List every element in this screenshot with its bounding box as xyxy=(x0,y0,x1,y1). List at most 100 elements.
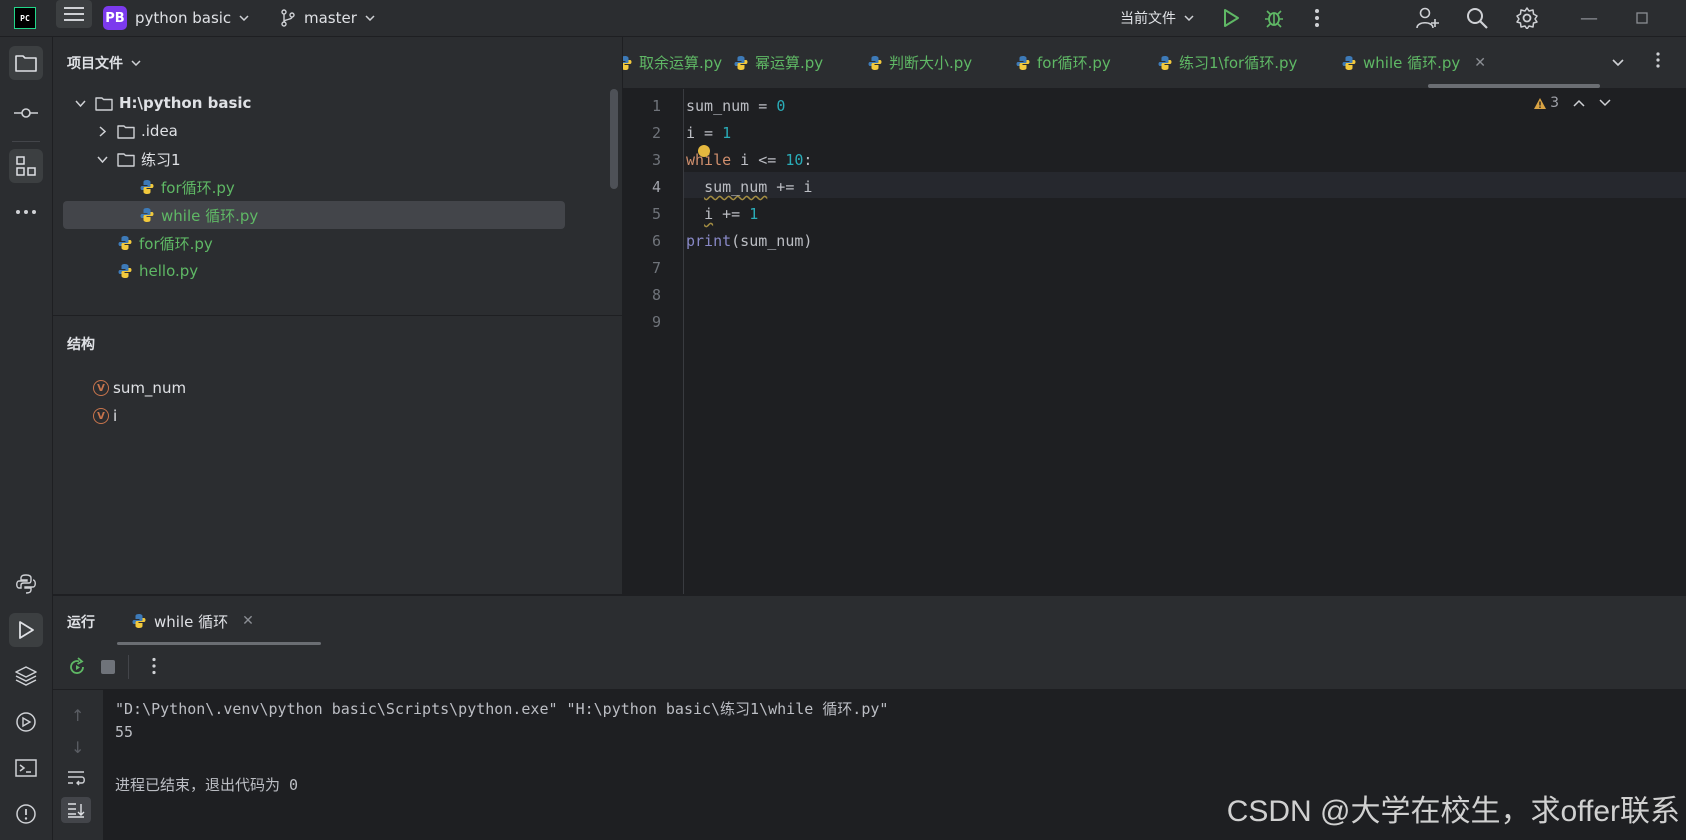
editor-tab[interactable]: 练习1\for循环.py xyxy=(1157,37,1297,88)
structure-item-label: i xyxy=(113,407,118,425)
tree-item-label: while 循环.py xyxy=(161,206,259,225)
tree-folder[interactable]: 练习1 xyxy=(53,145,181,173)
python-file-icon xyxy=(140,208,154,222)
editor-tab[interactable]: 判断大小.py xyxy=(867,37,972,88)
project-selector[interactable]: PB python basic xyxy=(103,0,249,36)
title-bar: PC PB python basic master 当前文件 — xyxy=(0,0,1686,37)
settings-button[interactable] xyxy=(1516,0,1538,36)
scroll-to-end-icon xyxy=(68,803,85,818)
folder-icon xyxy=(95,96,113,111)
commit-tool-button[interactable] xyxy=(9,96,43,130)
arrow-up-icon[interactable]: ↑ xyxy=(71,706,84,725)
toolbar-divider xyxy=(128,655,129,679)
hamburger-icon xyxy=(64,7,84,21)
more-tools-button[interactable] xyxy=(9,195,43,229)
arrow-down-icon[interactable]: ↓ xyxy=(71,738,84,757)
problems-tool-button[interactable] xyxy=(9,797,43,831)
python-file-icon xyxy=(868,55,882,70)
structure-item-label: sum_num xyxy=(113,379,187,397)
rerun-button[interactable] xyxy=(67,657,87,681)
tree-item-label: for循环.py xyxy=(139,234,213,253)
tab-list-button[interactable] xyxy=(1612,52,1624,71)
project-scrollbar[interactable] xyxy=(610,89,618,189)
console-line-command: "D:\Python\.venv\python basic\Scripts\py… xyxy=(115,700,889,718)
active-tab-indicator xyxy=(1428,84,1600,88)
search-button[interactable] xyxy=(1466,0,1488,36)
add-collaborator-button[interactable] xyxy=(1416,0,1440,36)
structure-item[interactable]: V i xyxy=(93,402,117,430)
folder-icon xyxy=(15,55,37,72)
run-config-selector[interactable]: 当前文件 xyxy=(1120,0,1194,36)
editor-tab[interactable]: 幂运算.py xyxy=(733,37,823,88)
more-horizontal-icon xyxy=(16,210,36,214)
branch-selector[interactable]: master xyxy=(280,0,375,36)
close-icon[interactable]: ✕ xyxy=(1474,55,1486,71)
more-vertical-icon xyxy=(1315,9,1319,27)
run-button[interactable] xyxy=(1222,0,1240,36)
tree-file[interactable]: for循环.py xyxy=(53,173,235,201)
tree-file[interactable]: for循环.py xyxy=(53,229,213,257)
code-editor[interactable]: sum_num = 0 i = 1 while i <= 10: sum_num… xyxy=(684,89,1686,594)
services-tool-button[interactable] xyxy=(9,705,43,739)
code-line-1[interactable]: sum_num = 0 xyxy=(686,93,785,119)
line-number: 7 xyxy=(651,259,661,277)
scroll-to-end-button[interactable] xyxy=(61,797,91,823)
line-number: 3 xyxy=(651,151,661,169)
code-line-2[interactable]: i = 1 xyxy=(686,120,731,146)
branch-name: master xyxy=(304,9,357,27)
project-panel: 项目文件 H:\python basic .idea 练习1 for循环.py whil… xyxy=(53,37,623,315)
structure-item[interactable]: V sum_num xyxy=(93,374,186,402)
editor-tab-bar: 取余运算.py 幂运算.py 判断大小.py for循环.py 练习1\for循环.py… xyxy=(623,37,1686,89)
tree-item-label: hello.py xyxy=(139,262,199,280)
line-number: 5 xyxy=(651,205,661,223)
editor-tab-label: 取余运算.py xyxy=(639,54,723,72)
run-panel-header: 运行 while 循环 ✕ xyxy=(53,595,1686,646)
tool-divider xyxy=(12,141,40,142)
python-console-tool-button[interactable] xyxy=(9,567,43,601)
code-line-5[interactable]: i += 1 xyxy=(686,201,758,227)
structure-icon xyxy=(16,156,36,176)
commit-icon xyxy=(14,108,38,118)
project-tool-button[interactable] xyxy=(9,46,43,80)
terminal-tool-button[interactable] xyxy=(9,751,43,785)
python-icon xyxy=(16,574,36,594)
variable-icon: V xyxy=(93,408,109,424)
chevron-right-icon xyxy=(98,125,106,137)
run-tab[interactable]: while 循环 ✕ xyxy=(131,596,254,646)
editor-tab[interactable]: while 循环.py ✕ xyxy=(1341,37,1486,88)
editor-tab[interactable]: 取余运算.py xyxy=(623,37,722,88)
line-number-gutter: 1 2 3 4 5 6 7 8 9 xyxy=(623,89,684,594)
run-tool-button[interactable] xyxy=(9,613,43,647)
editor-more-button[interactable] xyxy=(1655,52,1661,72)
tree-folder[interactable]: H:\python basic xyxy=(53,89,251,117)
soft-wrap-button[interactable] xyxy=(66,770,86,790)
gear-icon xyxy=(1516,7,1538,29)
more-actions-button[interactable] xyxy=(1314,0,1320,36)
run-console[interactable]: "D:\Python\.venv\python basic\Scripts\py… xyxy=(103,690,1686,840)
debug-button[interactable] xyxy=(1264,0,1284,36)
main-menu-button[interactable] xyxy=(56,0,92,28)
structure-tool-button[interactable] xyxy=(9,149,43,183)
editor-tab[interactable]: for循环.py xyxy=(1015,37,1111,88)
python-file-icon xyxy=(623,55,632,70)
python-packages-tool-button[interactable] xyxy=(9,659,43,693)
chevron-down-icon[interactable] xyxy=(1599,99,1611,107)
intention-bulb-icon[interactable] xyxy=(698,145,710,157)
close-icon[interactable]: ✕ xyxy=(242,613,254,629)
inspection-widget[interactable]: 3 xyxy=(1533,95,1611,111)
code-line-6[interactable]: print(sum_num) xyxy=(686,228,812,254)
stop-button[interactable] xyxy=(101,660,115,674)
line-number: 4 xyxy=(651,178,661,196)
more-vertical-icon xyxy=(152,657,156,675)
maximize-button[interactable] xyxy=(1636,0,1648,36)
tree-file[interactable]: hello.py xyxy=(53,257,198,285)
run-more-button[interactable] xyxy=(151,657,157,679)
code-line-4[interactable]: sum_num += i xyxy=(686,174,812,200)
play-icon xyxy=(1224,9,1239,27)
tree-file[interactable]: while 循环.py xyxy=(63,201,565,229)
project-panel-header[interactable]: 项目文件 xyxy=(67,53,141,73)
minimize-button[interactable]: — xyxy=(1580,0,1598,36)
chevron-up-icon[interactable] xyxy=(1573,99,1585,107)
tree-folder[interactable]: .idea xyxy=(53,117,178,145)
editor-tab-label: while 循环.py xyxy=(1363,54,1461,72)
